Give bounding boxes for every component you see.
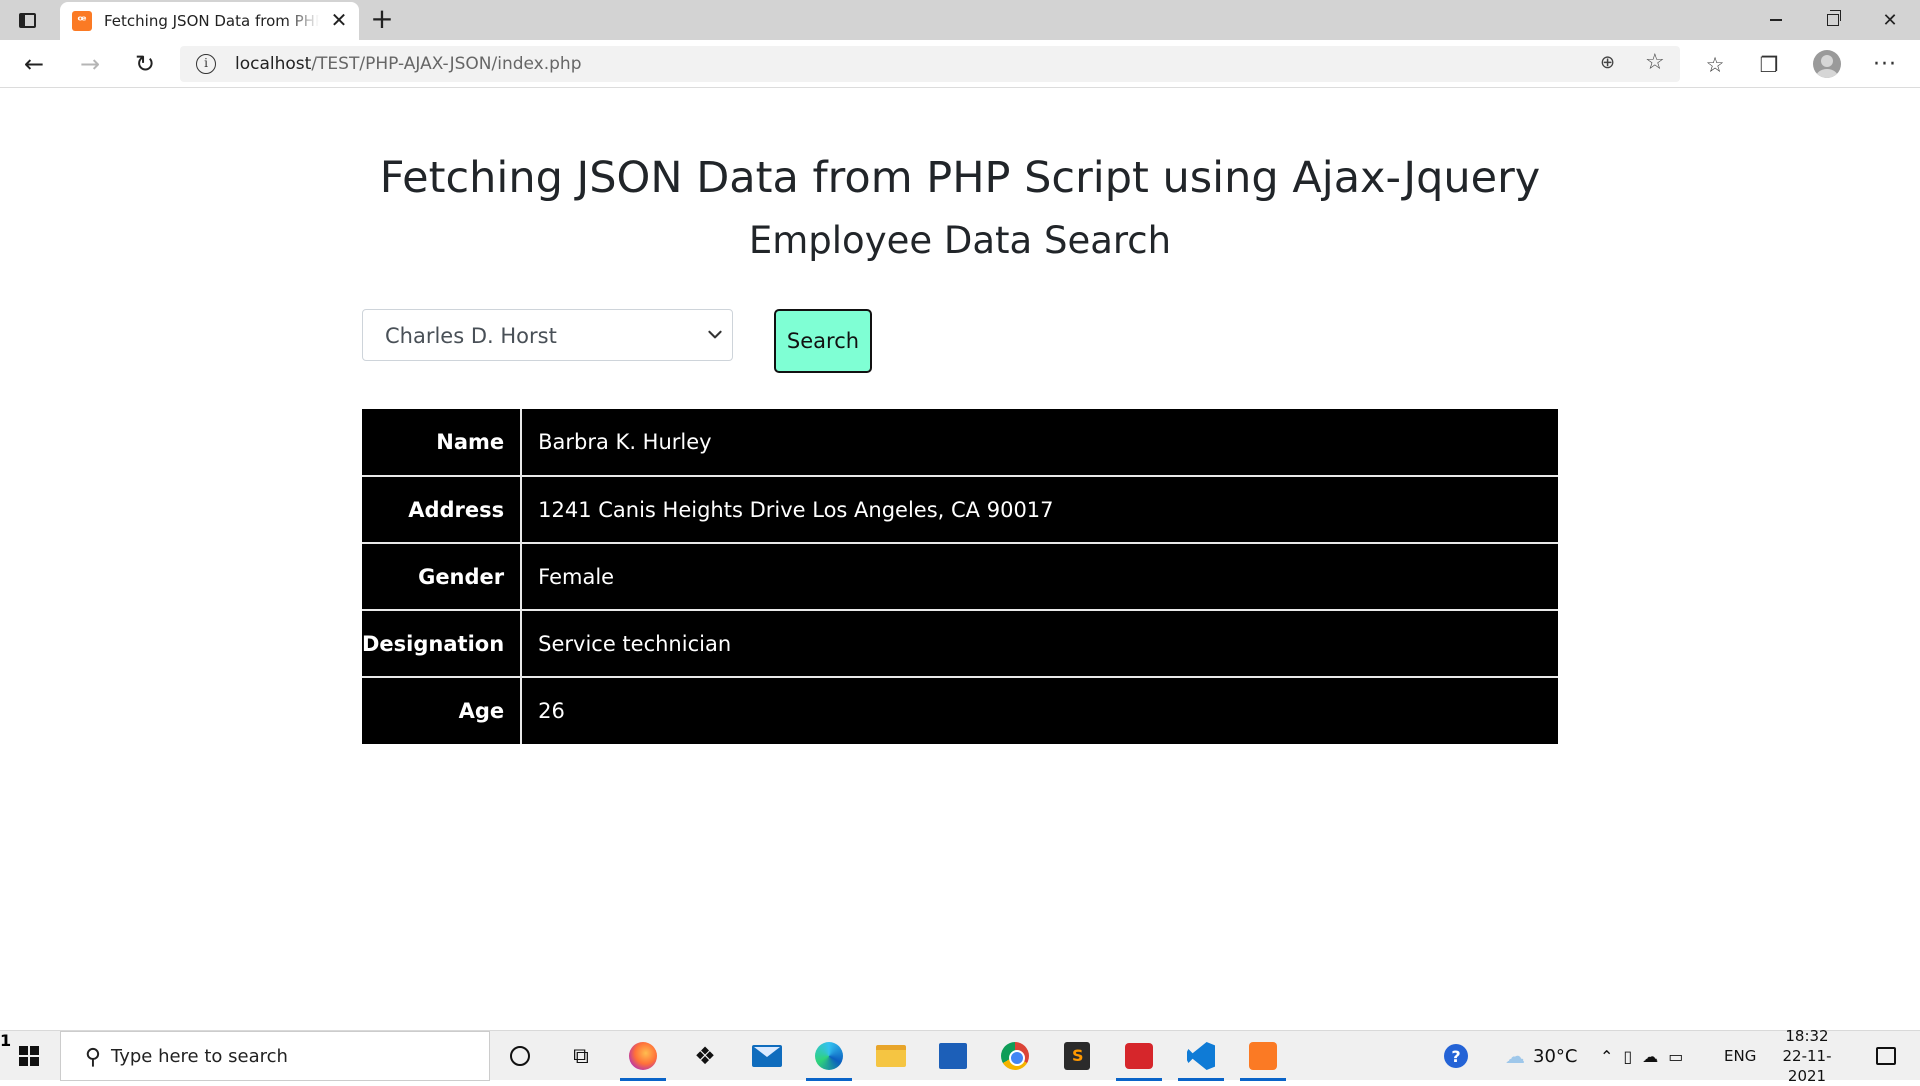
- minimize-button[interactable]: [1748, 0, 1804, 40]
- file-explorer-icon[interactable]: [875, 1040, 907, 1072]
- cortana-icon[interactable]: [504, 1040, 536, 1072]
- page-title: Fetching JSON Data from PHP Script using…: [379, 153, 1541, 203]
- row-value-gender: Female: [521, 543, 1558, 611]
- tab-active[interactable]: ꟹ Fetching JSON Data from PHP Script usi…: [60, 2, 359, 40]
- url-path: /TEST/PHP-AJAX-JSON/index.php: [311, 54, 582, 74]
- employee-table: Name Barbra K. Hurley Address 1241 Canis…: [362, 409, 1558, 744]
- language-indicator[interactable]: ENG: [1724, 1031, 1756, 1081]
- profile-avatar[interactable]: [1813, 50, 1841, 78]
- onedrive-icon[interactable]: ☁: [1642, 1047, 1658, 1066]
- task-view-icon[interactable]: ⧉: [565, 1040, 597, 1072]
- edge-icon[interactable]: [806, 1040, 852, 1081]
- xampp-icon[interactable]: [1240, 1040, 1286, 1081]
- employee-select-value: Charles D. Horst: [385, 324, 557, 348]
- taskbar: ⚲ Type here to search ⧉ ❖ ? ☁ 30°C ⌃ ▯ ☁ …: [0, 1027, 1920, 1085]
- browser-toolbar: ← → ↻ i localhost/TEST/PHP-AJAX-JSON/ind…: [0, 40, 1920, 88]
- search-icon: ⚲: [84, 1045, 101, 1070]
- temperature-text: 30°C: [1533, 1045, 1578, 1067]
- taskbar-search-box[interactable]: ⚲ Type here to search: [60, 1031, 490, 1081]
- notification-icon[interactable]: [1866, 1031, 1906, 1081]
- notification-count-badge: 1: [0, 1031, 12, 1050]
- taskbar-search-placeholder: Type here to search: [111, 1046, 288, 1067]
- device-icon[interactable]: ▯: [1623, 1047, 1632, 1066]
- tab-title: Fetching JSON Data from PHP Script using…: [104, 12, 319, 30]
- store-icon[interactable]: [937, 1040, 969, 1072]
- tab-actions-icon[interactable]: [16, 9, 38, 31]
- reload-icon[interactable]: ↻: [129, 48, 161, 80]
- chrome-icon[interactable]: [999, 1040, 1031, 1072]
- row-label-name: Name: [362, 409, 523, 477]
- row-label-address: Address: [362, 476, 523, 544]
- tab-close-icon[interactable]: ✕: [329, 10, 349, 30]
- url-text[interactable]: localhost/TEST/PHP-AJAX-JSON/index.php: [235, 54, 582, 74]
- table-row: Name Barbra K. Hurley: [362, 409, 1558, 477]
- back-arrow-icon[interactable]: ←: [18, 48, 50, 80]
- dropbox-icon[interactable]: ❖: [689, 1040, 721, 1072]
- add-favorite-icon[interactable]: ☆: [1645, 50, 1671, 76]
- employee-select[interactable]: Charles D. Horst: [362, 309, 733, 361]
- mail-icon[interactable]: [751, 1040, 783, 1072]
- row-label-age: Age: [362, 677, 523, 744]
- clock-date: 22-11-2021: [1782, 1047, 1832, 1085]
- collections-icon[interactable]: ❐: [1756, 52, 1782, 78]
- help-icon[interactable]: ?: [1444, 1031, 1468, 1081]
- cloud-icon: ☁: [1505, 1044, 1525, 1068]
- table-row: Address 1241 Canis Heights Drive Los Ang…: [362, 476, 1558, 544]
- row-value-name: Barbra K. Hurley: [521, 409, 1558, 477]
- browser-tab-strip: ꟹ Fetching JSON Data from PHP Script usi…: [0, 0, 1920, 40]
- new-tab-button[interactable]: +: [368, 5, 396, 34]
- chevron-up-icon[interactable]: ⌃: [1600, 1047, 1613, 1066]
- vscode-icon[interactable]: [1178, 1040, 1224, 1081]
- search-button[interactable]: Search: [774, 309, 872, 373]
- weather-widget[interactable]: ☁ 30°C: [1505, 1031, 1577, 1081]
- page-content: Fetching JSON Data from PHP Script using…: [0, 89, 1920, 1030]
- sublime-text-icon[interactable]: [1061, 1040, 1093, 1072]
- table-row: Designation Service technician: [362, 610, 1558, 678]
- row-value-designation: Service technician: [521, 610, 1558, 678]
- row-label-designation: Designation: [362, 610, 523, 678]
- chevron-down-icon: [708, 330, 722, 339]
- address-bar[interactable]: i localhost/TEST/PHP-AJAX-JSON/index.php…: [180, 46, 1680, 82]
- row-value-address: 1241 Canis Heights Drive Los Angeles, CA…: [521, 476, 1558, 544]
- more-menu-icon[interactable]: ···: [1872, 52, 1898, 78]
- battery-icon[interactable]: ▭: [1668, 1047, 1683, 1066]
- firefox-icon[interactable]: [620, 1040, 666, 1081]
- red-app-icon[interactable]: [1116, 1040, 1162, 1081]
- url-host: localhost: [235, 54, 312, 74]
- favorites-icon[interactable]: ☆: [1702, 52, 1728, 78]
- page-subtitle: Employee Data Search: [748, 219, 1172, 262]
- forward-arrow-icon[interactable]: →: [74, 48, 106, 80]
- system-tray-icons[interactable]: ⌃ ▯ ☁ ▭: [1600, 1031, 1683, 1081]
- table-row: Gender Female: [362, 543, 1558, 611]
- row-value-age: 26: [538, 699, 565, 723]
- restore-button[interactable]: [1805, 0, 1861, 40]
- table-row: Age 26: [362, 677, 1558, 744]
- clock-time: 18:32: [1785, 1027, 1829, 1045]
- site-info-icon[interactable]: i: [196, 54, 216, 74]
- close-window-button[interactable]: ✕: [1862, 0, 1918, 40]
- row-label-gender: Gender: [362, 543, 523, 611]
- xampp-favicon-icon: ꟹ: [72, 11, 92, 31]
- clock[interactable]: 18:32 22-11-2021: [1768, 1027, 1846, 1085]
- zoom-icon[interactable]: ⊕: [1600, 52, 1624, 76]
